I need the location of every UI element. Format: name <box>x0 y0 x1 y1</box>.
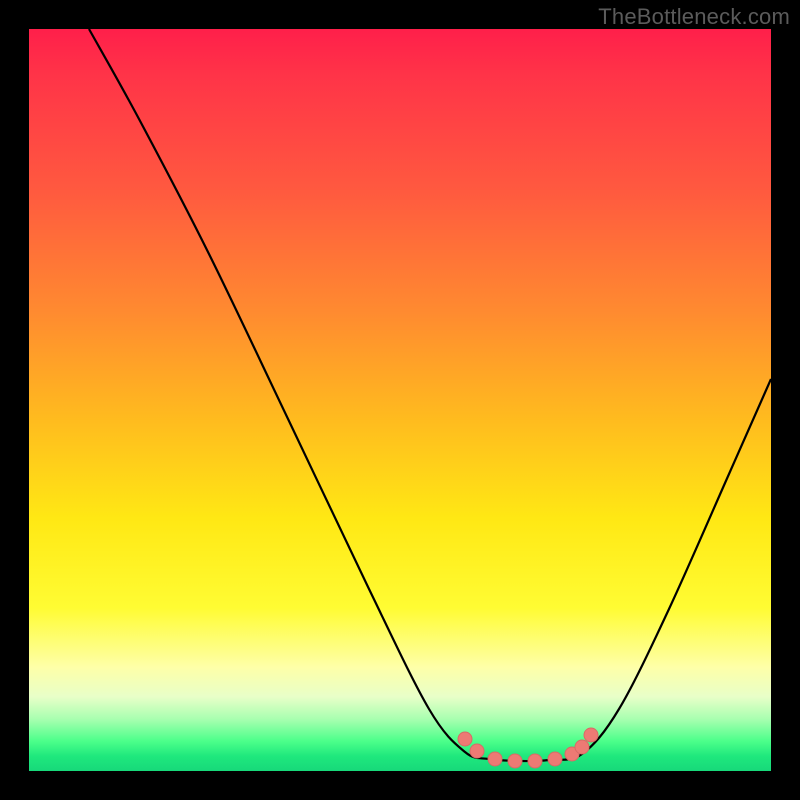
valley-dot <box>470 744 484 758</box>
valley-dot <box>458 732 472 746</box>
chart-frame: TheBottleneck.com <box>0 0 800 800</box>
valley-dot <box>528 754 542 768</box>
valley-dot <box>488 752 502 766</box>
valley-dot <box>548 752 562 766</box>
valley-dots <box>458 728 598 768</box>
bottleneck-curve <box>89 29 771 761</box>
plot-area <box>29 29 771 771</box>
valley-dot <box>584 728 598 742</box>
valley-dot <box>575 740 589 754</box>
watermark-text: TheBottleneck.com <box>598 4 790 30</box>
valley-dot <box>508 754 522 768</box>
curve-layer <box>29 29 771 771</box>
